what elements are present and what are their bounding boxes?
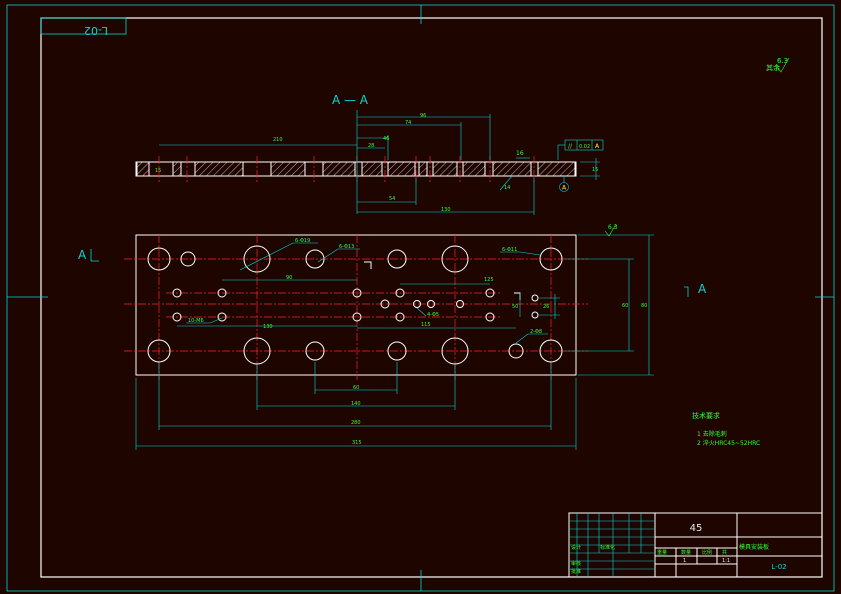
svg-text:A: A <box>698 282 707 296</box>
roughness-plan-symbol: 6.3 <box>604 223 618 237</box>
dim-section-130: 130 <box>441 207 451 213</box>
dim-section-74: 74 <box>405 120 411 126</box>
code-box-top <box>40 17 127 35</box>
dim-plan-115: 115 <box>421 322 431 328</box>
label-hole-4-phi5: 4-Φ5 <box>427 312 439 318</box>
svg-text:批准: 批准 <box>571 568 581 575</box>
dim-section-small: 15 <box>155 168 161 174</box>
centering-marks <box>7 5 834 591</box>
dim-plan-280: 280 <box>351 420 361 426</box>
dim-section-96: 96 <box>420 113 426 119</box>
code-top-rotated: L-02 <box>84 24 108 37</box>
label-hole-2-phi8: 2-Φ8 <box>530 329 542 335</box>
dim-section-54: 54 <box>389 196 395 202</box>
svg-text:标准化: 标准化 <box>600 544 615 551</box>
dim-section-14: 14 <box>504 185 510 191</box>
dim-section-thickness: 15 <box>592 167 598 173</box>
svg-text:共: 共 <box>722 549 727 556</box>
tech-item-1: 1 去除毛刺 <box>697 430 727 438</box>
view-arrow-left: A <box>78 248 99 262</box>
tech-item-2: 2 淬火HRC45~52HRC <box>697 439 760 447</box>
plan-view <box>124 234 588 380</box>
dim-plan-50: 50 <box>512 304 518 310</box>
label-hole-6-phi11: 6-Φ11 <box>502 247 517 253</box>
dim-section-28: 28 <box>368 143 374 149</box>
dim-plan-90: 90 <box>286 275 292 281</box>
svg-text:审核: 审核 <box>571 560 581 567</box>
title-part-name: 模具安装板 <box>739 543 769 551</box>
title-block: 45 模具安装板 L-02 重量 数量 比例 共 1 1:1 设计 审核 批准 … <box>568 512 823 578</box>
dim-section-210: 210 <box>273 137 283 143</box>
title-material: 45 <box>690 523 703 534</box>
dim-plan-315: 315 <box>352 440 362 446</box>
dim-plan-125: 125 <box>484 277 494 283</box>
dim-plan-80: 80 <box>641 303 647 309</box>
svg-text:重量: 重量 <box>657 549 667 556</box>
datum-circle: A <box>559 176 569 192</box>
dim-plan-140: 140 <box>351 401 361 407</box>
dim-plan-26: 26 <box>543 304 549 310</box>
dim-section-46: 46 <box>383 136 389 142</box>
cad-drawing-canvas: L-02 其余 6.3 A — A 210 96 74 46 28 54 130… <box>6 4 835 592</box>
dim-plan-130: 130 <box>263 324 273 330</box>
svg-text:比例: 比例 <box>702 549 712 556</box>
dim-section-16: 16 <box>516 150 524 157</box>
dim-plan-60-right: 60 <box>622 303 628 309</box>
svg-text:设计: 设计 <box>571 544 581 551</box>
svg-text:A: A <box>595 143 600 150</box>
sheet-outer-border <box>6 4 835 592</box>
label-hole-10-m6: 10-M6 <box>188 318 204 324</box>
dim-plan-60: 60 <box>353 385 359 391</box>
svg-text:6.3: 6.3 <box>777 57 788 65</box>
tolerance-frame: // 0.02 A <box>557 139 604 160</box>
title-scale: 1:1 <box>722 558 730 564</box>
tech-requirements: 技术要求 1 去除毛刺 2 淬火HRC45~52HRC <box>692 411 760 447</box>
svg-text://: // <box>568 143 573 150</box>
sheet-inner-border <box>40 17 823 578</box>
roughness-corner-symbol: 其余 6.3 <box>766 57 790 73</box>
title-drawing-code: L-02 <box>771 563 786 571</box>
svg-text:0.02: 0.02 <box>579 144 590 150</box>
svg-text:A: A <box>562 185 567 192</box>
label-hole-6-phi13: 6-Φ13 <box>339 244 354 250</box>
tech-title: 技术要求 <box>692 411 720 420</box>
section-label: A — A <box>332 93 369 107</box>
label-hole-6-phi19: 6-Φ19 <box>295 238 310 244</box>
title-sheet: 1 <box>683 558 686 564</box>
view-arrow-right: A <box>684 282 707 297</box>
svg-text:A: A <box>78 248 87 262</box>
svg-text:数量: 数量 <box>681 549 691 556</box>
